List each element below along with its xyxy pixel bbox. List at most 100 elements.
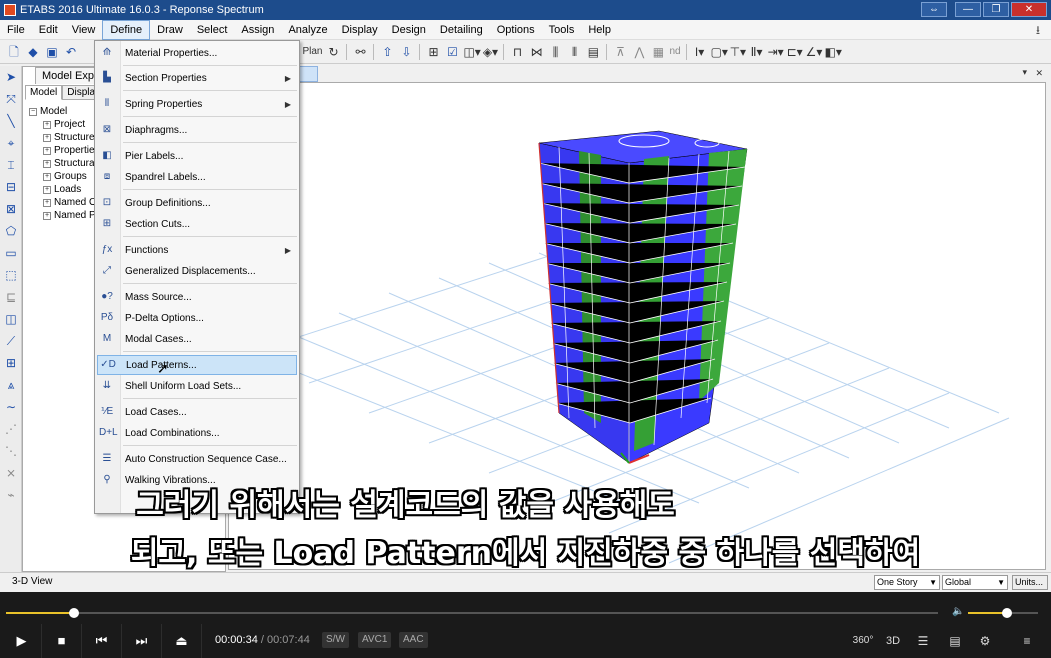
story-select[interactable]: One Story ▼ (874, 575, 940, 590)
draw-dim-icon[interactable]: ⇥▾ (768, 44, 784, 60)
previous-button[interactable]: ⏮ (82, 624, 122, 658)
undo-icon[interactable]: ↶ (63, 44, 79, 60)
move-up-icon[interactable]: ⇧ (379, 44, 395, 60)
view-dropdown-icon[interactable]: ▾ (1022, 67, 1027, 78)
menu-assign[interactable]: Assign (234, 20, 281, 40)
menu-item-generalized-displacements[interactable]: ⤢ Generalized Displacements... (97, 261, 297, 281)
draw-beam-icon[interactable]: I▾ (692, 44, 708, 60)
open-icon[interactable]: ◆ (25, 44, 41, 60)
area-icon[interactable]: ▦ (650, 44, 666, 60)
draw-grid-side-icon[interactable]: ⊞ (3, 355, 19, 371)
expand-icon[interactable]: + (43, 120, 51, 129)
floor-icon[interactable]: ▤ (585, 44, 601, 60)
draw-beam-side-icon[interactable]: ⊟ (3, 179, 19, 195)
menu-item-pier-labels[interactable]: ◧ Pier Labels... (97, 146, 297, 166)
menu-item-section-cuts[interactable]: ⊞ Section Cuts... (97, 214, 297, 234)
menu-define[interactable]: Define (102, 19, 151, 40)
menu-item-load-combinations[interactable]: D+L Load Combinations... (97, 423, 297, 443)
collapse-icon[interactable]: − (29, 107, 37, 116)
draw-poly-icon[interactable]: ⬠ (3, 223, 19, 239)
menu-item-group-definitions[interactable]: ⊡ Group Definitions... (97, 193, 297, 213)
menu-item-auto-construction-sequence[interactable]: ☰ Auto Construction Sequence Case... (97, 449, 297, 469)
previous-selection-icon[interactable]: ⋱ (3, 443, 19, 459)
menu-detailing[interactable]: Detailing (433, 20, 490, 40)
move-down-icon[interactable]: ⇩ (398, 44, 414, 60)
draw-area-icon[interactable]: ▢▾ (711, 44, 728, 60)
menu-icon[interactable]: ≡ (1012, 624, 1042, 658)
units-button[interactable]: Units... (1012, 575, 1048, 590)
vr-360-button[interactable]: 360° (848, 624, 878, 658)
volume-slider[interactable] (968, 608, 1038, 618)
draw-reference-icon[interactable]: ∠▾ (806, 44, 823, 60)
wall-icon[interactable]: ⫴ (566, 44, 582, 60)
menu-item-spring-properties[interactable]: ⫴ Spring Properties ▶ (97, 94, 297, 114)
expand-icon[interactable]: + (43, 211, 51, 220)
menu-view[interactable]: View (65, 20, 103, 40)
draw-brace-side-icon[interactable]: ⊠ (3, 201, 19, 217)
stop-button[interactable]: ■ (42, 624, 82, 658)
rotate-icon[interactable]: ↻ (325, 44, 341, 60)
sw-decoder-badge[interactable]: S/W (322, 632, 349, 648)
draw-dimension-side-icon[interactable]: ⟋ (3, 333, 19, 349)
seek-bar[interactable] (6, 608, 938, 618)
menu-item-mass-source[interactable]: ●? Mass Source... (97, 287, 297, 307)
expand-icon[interactable]: + (43, 185, 51, 194)
coordinate-system-select[interactable]: Global ▼ (942, 575, 1008, 590)
save-icon[interactable]: ▣ (44, 44, 60, 60)
menu-item-p-delta-options[interactable]: Pδ P-Delta Options... (97, 308, 297, 328)
draw-opening-side-icon[interactable]: ◫ (3, 311, 19, 327)
expand-icon[interactable]: + (43, 133, 51, 142)
object-view-icon[interactable]: ◫▾ (463, 44, 480, 60)
minimize-button[interactable]: — (955, 2, 981, 17)
3d-mode-button[interactable]: 3D (878, 624, 908, 658)
expand-icon[interactable]: + (43, 172, 51, 181)
draw-joint-icon[interactable]: ⌖ (3, 135, 19, 151)
draw-column-icon[interactable]: ⊤▾ (730, 44, 746, 60)
link-icon[interactable]: ⋀ (631, 44, 647, 60)
settings-gear-icon[interactable]: ⚙ (970, 624, 1000, 658)
menu-item-material-properties[interactable]: ⟰ Material Properties... (97, 43, 297, 63)
seek-handle[interactable] (69, 608, 80, 618)
menu-select[interactable]: Select (190, 20, 235, 40)
menu-item-shell-uniform-load-sets[interactable]: ⇊ Shell Uniform Load Sets... (97, 376, 297, 396)
menu-display[interactable]: Display (335, 20, 385, 40)
menu-analyze[interactable]: Analyze (281, 20, 334, 40)
draw-wall-icon[interactable]: Ⅱ▾ (749, 44, 765, 60)
menu-item-diaphragms[interactable]: ⊠ Diaphragms... (97, 120, 297, 140)
draw-opening-icon[interactable]: ⊏▾ (787, 44, 803, 60)
menu-file[interactable]: File (0, 20, 32, 40)
draw-wall-side-icon[interactable]: ⊑ (3, 289, 19, 305)
subtitle-icon[interactable]: ▤ (940, 624, 970, 658)
menu-item-load-cases[interactable]: ⅟E Load Cases... (97, 402, 297, 422)
draw-line-icon[interactable]: ╲ (3, 113, 19, 129)
menu-help[interactable]: Help (581, 20, 618, 40)
brace-icon[interactable]: ⋈ (528, 44, 544, 60)
menu-tools[interactable]: Tools (542, 20, 582, 40)
draw-column-side-icon[interactable]: ⌶ (3, 157, 19, 173)
new-model-icon[interactable]: 🗋 (6, 44, 22, 60)
menu-options[interactable]: Options (490, 20, 542, 40)
expand-icon[interactable]: + (43, 146, 51, 155)
draw-rect-icon[interactable]: ▭ (3, 245, 19, 261)
volume-handle[interactable] (1001, 608, 1012, 618)
next-button[interactable]: ⏭ (122, 624, 162, 658)
pointer-icon[interactable]: ➤ (3, 69, 19, 85)
draw-section-icon[interactable]: ◧▾ (825, 44, 842, 60)
menu-item-functions[interactable]: ƒx Functions ▶ (97, 240, 297, 260)
plan-view-button[interactable]: Plan (302, 46, 322, 57)
shading-icon[interactable]: ◈▾ (482, 44, 498, 60)
search-list-icon[interactable]: ☰ (908, 624, 938, 658)
eject-button[interactable]: ⏏ (162, 624, 202, 658)
draw-spring-side-icon[interactable]: ∼ (3, 399, 19, 415)
draw-link-side-icon[interactable]: ⩓ (3, 377, 19, 393)
volume-icon[interactable]: 🔈 (952, 606, 964, 618)
menu-item-section-properties[interactable]: ▙ Section Properties ▶ (97, 68, 297, 88)
menu-draw[interactable]: Draw (150, 20, 190, 40)
reshape-icon[interactable]: ⤧ (3, 91, 19, 107)
glasses-icon[interactable]: ⚯ (352, 44, 368, 60)
download-icon[interactable]: ⭳ (1031, 23, 1045, 37)
expand-icon[interactable]: + (43, 159, 51, 168)
menu-edit[interactable]: Edit (32, 20, 65, 40)
menu-item-modal-cases[interactable]: M Modal Cases... (97, 329, 297, 349)
close-button[interactable]: ✕ (1011, 2, 1047, 17)
